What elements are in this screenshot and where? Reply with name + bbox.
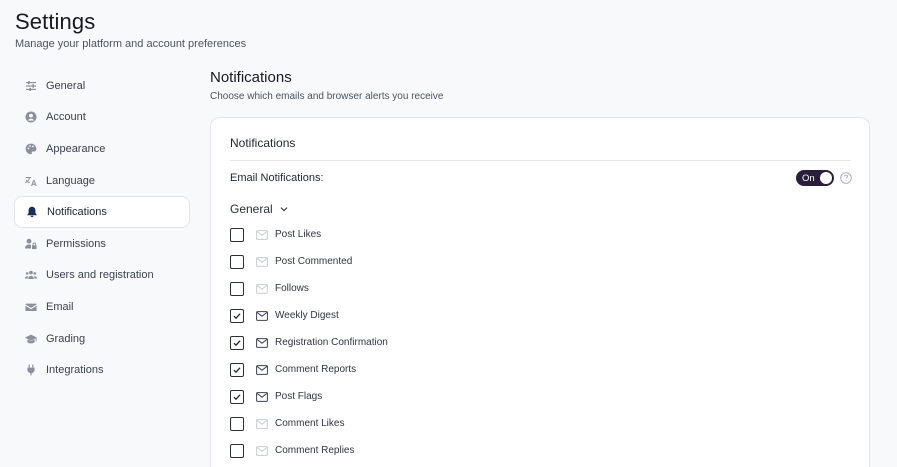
plug-icon — [24, 364, 37, 377]
page-subtitle: Manage your platform and account prefere… — [15, 38, 247, 50]
translate-icon — [24, 174, 37, 187]
notification-checkbox[interactable] — [230, 227, 244, 242]
notification-label: Post Likes — [275, 229, 322, 240]
sidebar-item-integrations[interactable]: Integrations — [14, 354, 190, 386]
notification-label: Post Commented — [275, 256, 353, 267]
notification-checkbox[interactable] — [230, 362, 244, 377]
graduation-cap-icon — [24, 332, 37, 345]
list-item: Comment Reports — [230, 356, 388, 383]
sliders-icon — [24, 79, 37, 92]
sidebar-item-notifications[interactable]: Notifications — [14, 196, 190, 228]
email-notifications-toggle[interactable]: On — [796, 170, 834, 186]
help-icon[interactable] — [840, 172, 852, 184]
list-item: Comment Likes — [230, 410, 388, 437]
list-item: Post Likes — [230, 221, 388, 248]
section-description: Choose which emails and browser alerts y… — [210, 91, 444, 102]
sidebar-item-users[interactable]: Users and registration — [14, 260, 190, 292]
notification-checkbox[interactable] — [230, 335, 244, 350]
sidebar-item-label: Email — [46, 300, 74, 313]
user-circle-icon — [24, 111, 37, 124]
list-item: Follows — [230, 275, 388, 302]
sidebar-item-account[interactable]: Account — [14, 102, 190, 134]
notification-checkbox[interactable] — [230, 254, 244, 269]
mail-icon — [256, 445, 268, 456]
mail-icon — [256, 229, 268, 240]
notification-label: Weekly Digest — [275, 310, 339, 321]
sidebar-item-label: Appearance — [46, 142, 106, 155]
sidebar-item-permissions[interactable]: Permissions — [14, 228, 190, 260]
bell-icon — [25, 206, 38, 219]
checkmark-icon — [233, 339, 241, 346]
card-divider — [230, 160, 851, 161]
notification-label: Post Flags — [275, 391, 323, 402]
envelope-icon — [24, 300, 37, 313]
users-icon — [24, 269, 37, 282]
mail-icon — [256, 418, 268, 429]
sidebar-item-label: Language — [46, 174, 95, 187]
notification-label: Comment Reports — [275, 364, 357, 375]
sidebar-item-label: Notifications — [47, 206, 107, 219]
list-item: Comment Replies — [230, 437, 388, 464]
card-title: Notifications — [230, 136, 296, 150]
section-title: Notifications — [210, 69, 292, 86]
group-general-dropdown[interactable]: General — [230, 202, 289, 216]
list-item: Post Commented — [230, 248, 388, 275]
chevron-down-icon — [280, 207, 288, 212]
palette-icon — [24, 142, 37, 155]
sidebar-item-label: Integrations — [46, 364, 104, 377]
notification-list: Post Likes Post Commented Follows Weekly Di… — [230, 221, 388, 464]
sidebar-item-label: General — [46, 79, 86, 92]
notification-checkbox[interactable] — [230, 281, 244, 296]
sidebar-item-appearance[interactable]: Appearance — [14, 133, 190, 165]
sidebar-item-general[interactable]: General — [14, 70, 190, 102]
list-item: Registration Confirmation — [230, 329, 388, 356]
notification-checkbox[interactable] — [230, 389, 244, 404]
sidebar-item-label: Account — [46, 111, 86, 124]
notification-label: Comment Likes — [275, 418, 345, 429]
user-lock-icon — [24, 237, 37, 250]
sidebar-item-label: Permissions — [46, 237, 106, 250]
notification-label: Registration Confirmation — [275, 337, 388, 348]
sidebar-item-language[interactable]: Language — [14, 165, 190, 197]
list-item: Post Flags — [230, 383, 388, 410]
notification-checkbox[interactable] — [230, 308, 244, 323]
checkmark-icon — [233, 312, 241, 319]
mail-icon — [256, 310, 268, 321]
mail-icon — [256, 364, 268, 375]
sidebar-item-grading[interactable]: Grading — [14, 323, 190, 355]
page-title: Settings — [15, 9, 96, 34]
notification-checkbox[interactable] — [230, 443, 244, 458]
mail-icon — [256, 337, 268, 348]
mail-icon — [256, 283, 268, 294]
sidebar-item-label: Grading — [46, 332, 86, 345]
sidebar-item-label: Users and registration — [46, 269, 154, 282]
notification-label: Comment Replies — [275, 445, 355, 456]
notification-label: Follows — [275, 283, 309, 294]
checkmark-icon — [233, 366, 241, 373]
mail-icon — [256, 256, 268, 267]
toggle-label: On — [802, 172, 815, 184]
sidebar-item-email[interactable]: Email — [14, 291, 190, 323]
email-notifications-label: Email Notifications: — [230, 172, 324, 184]
settings-sidebar: General Account Appearance Language Noti… — [14, 70, 190, 386]
mail-icon — [256, 391, 268, 402]
notifications-card: Notifications Email Notifications: On Ge… — [210, 117, 870, 467]
group-label: General — [230, 202, 273, 216]
checkmark-icon — [233, 393, 241, 400]
toggle-knob — [820, 172, 832, 184]
list-item: Weekly Digest — [230, 302, 388, 329]
notification-checkbox[interactable] — [230, 416, 244, 431]
